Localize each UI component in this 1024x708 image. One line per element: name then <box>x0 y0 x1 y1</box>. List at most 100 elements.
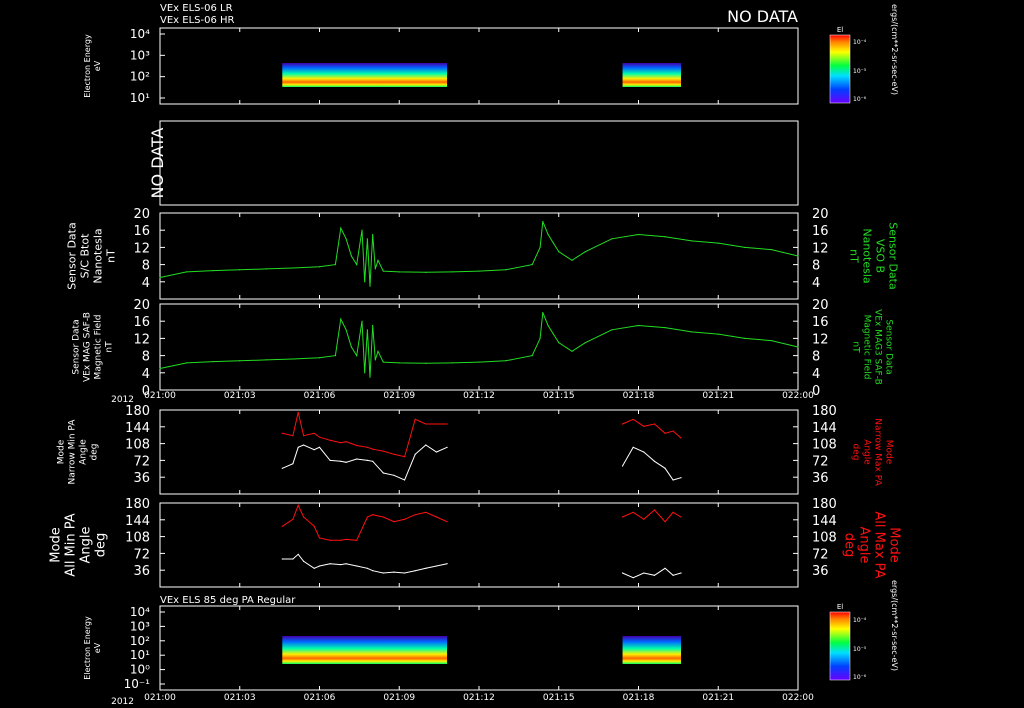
series-point-p5-0-12 <box>382 450 384 452</box>
series-point-p4-0-23 <box>478 361 480 363</box>
xtick-label-mid-8: 022:00 <box>782 391 814 401</box>
series-point-p5-0-11 <box>372 448 374 450</box>
xtick-label-bottom-2: 021:06 <box>304 693 336 703</box>
series-point-p3-0-7 <box>334 264 337 266</box>
xtick-label-bottom-1: 021:03 <box>224 693 256 703</box>
ytick-p1-1: 10³ <box>130 48 150 62</box>
ytick-right-p4-0: 0 <box>812 384 820 399</box>
panel2-nodata: NO DATA <box>148 128 167 199</box>
series-point-p4-0-2 <box>212 361 214 363</box>
series-point-p6-3-5 <box>672 574 674 576</box>
series-point-p6-1-17 <box>435 565 438 567</box>
xtick-label-mid-6: 021:18 <box>623 391 655 401</box>
series-point-p3-0-34 <box>637 233 640 236</box>
colorbar-bottom-tick2: 10⁻⁵ <box>853 646 867 653</box>
panel7-frame <box>159 605 799 691</box>
header-nodata: NO DATA <box>727 7 798 26</box>
label-p7: Electron Energy eV <box>83 616 102 680</box>
ytick-right-p6-1: 72 <box>812 547 829 562</box>
series-line-p4-0 <box>159 312 799 378</box>
xtick-label-bottom-3: 021:09 <box>383 693 415 703</box>
xtick-label-mid-5: 021:15 <box>543 391 575 401</box>
series-point-p4-0-17 <box>374 359 376 361</box>
ytick-left-p3-3: 16 <box>133 224 150 239</box>
ytick-right-p3-0: 4 <box>812 276 820 291</box>
label-p6-right: ModeAll Max PAAngledeg <box>842 511 902 578</box>
series-point-p5-2-5 <box>672 430 674 432</box>
series-line-p6-2 <box>622 509 682 523</box>
series-line-p5-2 <box>622 418 682 439</box>
colorbar-bottom <box>829 611 851 681</box>
series-point-p6-1-2 <box>297 553 299 555</box>
series-point-p6-0-4 <box>313 525 315 527</box>
series-point-p5-3-6 <box>680 477 682 479</box>
series-point-p6-0-8 <box>345 538 347 541</box>
series-point-p5-1-16 <box>425 444 427 446</box>
series-point-p6-0-13 <box>393 521 395 523</box>
series-point-p6-1-7 <box>340 564 342 566</box>
colorbar-bottom-tick3: 10⁻⁶ <box>853 674 867 681</box>
label-p6-right-line-0: Mode <box>887 527 902 562</box>
series-point-p5-1-7 <box>340 460 342 462</box>
series-point-p3-0-13 <box>364 281 366 283</box>
series-point-p4-0-40 <box>797 346 799 348</box>
ytick-right-p4-2: 8 <box>812 350 820 365</box>
label-p4-left-line-3: nT <box>105 341 115 353</box>
ytick-left-p6-3: 144 <box>125 514 150 529</box>
label-p6-right-line-1: All Max PA <box>872 511 887 578</box>
series-point-p6-0-1 <box>292 518 294 520</box>
series-point-p3-0-16 <box>372 233 374 236</box>
panel2-frame <box>159 120 799 206</box>
series-point-p3-0-29 <box>552 242 555 244</box>
ytick-p1-3: 10¹ <box>130 91 150 105</box>
series-point-p5-0-9 <box>356 444 358 447</box>
series-point-p3-0-19 <box>382 270 384 272</box>
ytick-right-p3-3: 16 <box>812 224 829 239</box>
series-point-p6-1-11 <box>372 570 374 572</box>
label-p6-right-line-2: Angle <box>857 527 872 564</box>
series-point-p3-0-24 <box>504 269 507 271</box>
spectrogram-block-p7-0 <box>282 636 448 664</box>
series-point-p5-0-4 <box>313 432 315 434</box>
series-point-p3-0-1 <box>185 271 188 273</box>
series-point-p5-1-5 <box>318 446 321 448</box>
series-line-p5-0 <box>282 412 448 458</box>
series-point-p4-0-15 <box>369 376 371 378</box>
ytick-right-p6-3: 144 <box>812 514 837 529</box>
series-point-p4-0-12 <box>361 320 363 322</box>
series-point-p5-0-0 <box>281 432 283 434</box>
series-point-p6-2-1 <box>632 511 634 513</box>
panel4-frame <box>159 303 799 391</box>
label-p6-left-line-0: Mode <box>49 527 64 562</box>
label-p5-right: ModeNarrow Max PAAngledeg <box>851 418 894 486</box>
colorbar-top-label: El <box>837 26 843 34</box>
label-p5-right-line-3: deg <box>851 444 861 461</box>
ytick-p7-4: 10⁰ <box>130 663 150 677</box>
label-p5-left-line-0: Mode <box>57 439 67 464</box>
series-line-p6-1 <box>282 553 448 574</box>
panel3-frame <box>159 212 799 300</box>
label-p4-left-line-2: Magnetic Field <box>94 315 104 380</box>
series-point-p5-0-7 <box>340 442 342 444</box>
series-point-p5-1-13 <box>393 474 395 476</box>
series-point-p4-0-14 <box>366 329 368 331</box>
label-p5-left-line-2: Angle <box>79 439 89 465</box>
ytick-left-p5-0: 36 <box>133 471 150 486</box>
series-point-p3-0-30 <box>558 251 560 253</box>
series-point-p4-0-21 <box>425 362 427 364</box>
series-point-p6-1-14 <box>403 572 406 574</box>
series-point-p4-0-35 <box>664 327 666 329</box>
label-p3-left-line-1: S/C Btot <box>79 233 92 278</box>
xtick-label-bottom-5: 021:15 <box>543 693 575 703</box>
series-point-p5-3-5 <box>672 479 674 481</box>
series-point-p4-0-10 <box>350 346 352 348</box>
series-point-p3-0-12 <box>361 229 363 231</box>
ytick-p7-3: 10¹ <box>130 648 150 662</box>
spectrogram-block-p1-1 <box>622 63 682 87</box>
header-line1: VEx ELS-06 LR <box>160 3 233 14</box>
series-point-p5-0-1 <box>292 435 294 437</box>
ytick-left-p4-4: 16 <box>133 315 150 330</box>
label-p5-right-line-1: Narrow Max PA <box>873 418 883 486</box>
series-point-p5-1-6 <box>329 459 331 461</box>
ytick-p7-1: 10³ <box>130 619 150 633</box>
